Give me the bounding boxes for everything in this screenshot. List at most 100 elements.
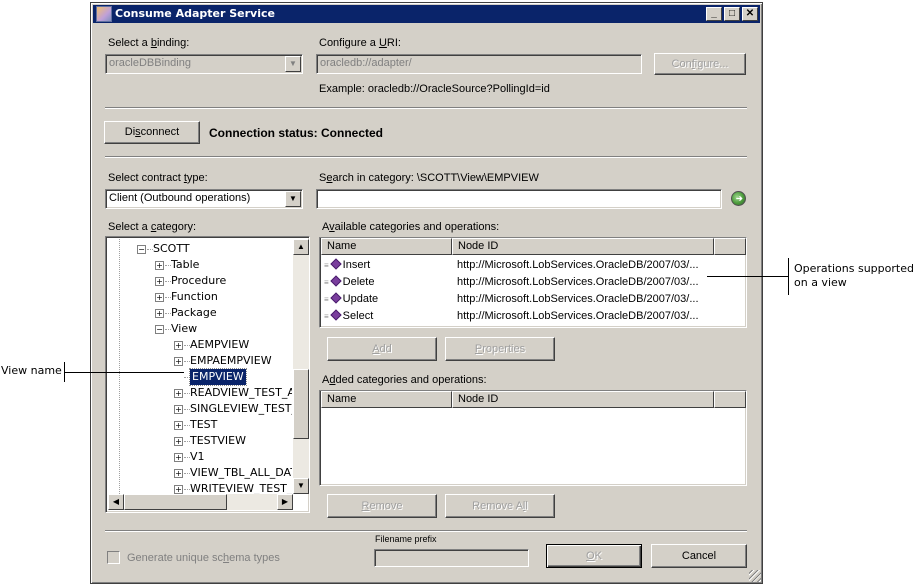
binding-dropdown-arrow-icon[interactable]: ▼ [285,56,301,72]
scroll-left-arrow-icon[interactable]: ◀ [108,494,124,510]
tree-vertical-scrollbar[interactable]: ▲ ▼ [293,239,309,494]
tree-node-label[interactable]: Function [171,289,218,305]
operation-row[interactable]: ≡ Update http://Microsoft.LobServices.Orac… [322,291,744,308]
tree-node[interactable]: + Function [108,289,292,305]
divider [105,530,747,532]
close-button[interactable]: ✕ [742,7,758,21]
tree-node-label[interactable]: READVIEW_TEST_A [190,385,292,401]
contract-dropdown-arrow-icon[interactable]: ▼ [285,191,301,207]
cancel-button[interactable]: Cancel [651,544,747,568]
generate-unique-schema-label: Generate unique schema types [127,552,280,564]
added-operations-list[interactable]: Name Node ID [319,390,747,486]
callout-bracket-operations [788,258,789,295]
column-header-name[interactable]: Name [321,238,452,255]
expand-icon[interactable]: + [174,341,183,350]
column-header-name[interactable]: Name [321,391,452,408]
tree-node-label[interactable]: TESTVIEW [190,433,246,449]
tree-node[interactable]: + SINGLEVIEW_TEST_ [108,401,292,417]
search-label: Search in category: \SCOTT\View\EMPVIEW [319,172,539,184]
tree-node[interactable]: + WRITEVIEW_TEST_/ [108,481,292,494]
contract-type-value: Client (Outbound operations) [109,192,251,204]
operation-name: Update [342,293,379,305]
tree-node[interactable]: + READVIEW_TEST_A [108,385,292,401]
callout-operations-supported: Operations supported on a view [794,262,914,290]
expand-icon[interactable]: + [155,261,164,270]
ok-button[interactable]: OK [546,544,642,568]
tree-node-label[interactable]: AEMPVIEW [190,337,249,353]
scroll-down-arrow-icon[interactable]: ▼ [293,478,309,494]
uri-input[interactable]: oracledb://adapter/ [316,54,642,74]
callout-operations-line2: on a view [794,276,847,289]
maximize-button[interactable]: □ [724,7,740,21]
go-arrow-icon[interactable]: ➔ [731,191,746,206]
category-tree[interactable]: − SCOTT + Table + Procedure + Function + Package −… [105,236,310,513]
generate-unique-schema-checkbox[interactable] [107,551,120,564]
remove-all-button[interactable]: Remove All [445,494,555,518]
add-button[interactable]: Add [327,337,437,361]
tree-node-label[interactable]: SCOTT [153,241,190,257]
tree-node[interactable]: + Table [108,257,292,273]
tree-node[interactable]: + TESTVIEW [108,433,292,449]
tree-node[interactable]: + VIEW_TBL_ALL_DAT [108,465,292,481]
tree-node[interactable]: + Procedure [108,273,292,289]
expand-icon[interactable]: + [174,389,183,398]
operation-row[interactable]: ≡ Select http://Microsoft.LobServices.Orac… [322,308,744,325]
collapse-icon[interactable]: − [155,325,164,334]
tree-node-label[interactable]: View [171,321,197,337]
scroll-right-arrow-icon[interactable]: ▶ [277,494,293,510]
tree-node[interactable]: + EMPAEMPVIEW [108,353,292,369]
expand-icon[interactable]: + [174,405,183,414]
tree-horizontal-scrollbar[interactable]: ◀ ▶ [108,494,293,510]
resize-grip-icon[interactable] [749,570,761,582]
expand-icon[interactable]: + [174,437,183,446]
horizontal-scroll-thumb[interactable] [124,494,227,510]
scroll-up-arrow-icon[interactable]: ▲ [293,239,309,255]
tree-node-label[interactable]: EMPVIEW [189,368,247,386]
tree-node-label[interactable]: WRITEVIEW_TEST_/ [190,481,292,494]
added-label: Added categories and operations: [322,374,487,386]
tree-node[interactable]: + V1 [108,449,292,465]
expand-icon[interactable]: + [155,293,164,302]
operation-name: Insert [342,259,371,271]
expand-icon[interactable]: + [174,469,183,478]
remove-button[interactable]: Remove [327,494,437,518]
configure-button[interactable]: Configure... [654,53,746,75]
disconnect-button[interactable]: Disconnect [104,121,200,144]
tree-node[interactable]: + TEST [108,417,292,433]
expand-icon[interactable]: + [155,277,164,286]
tree-node-label[interactable]: TEST [190,417,217,433]
search-input[interactable] [316,189,722,209]
category-tree-content: − SCOTT + Table + Procedure + Function + Package −… [108,239,292,494]
column-header-node-id[interactable]: Node ID [452,238,714,255]
collapse-icon[interactable]: − [137,245,146,254]
minimize-button[interactable]: _ [706,7,722,21]
contract-type-combobox[interactable]: Client (Outbound operations) ▼ [105,189,303,209]
expand-icon[interactable]: + [155,309,164,318]
tree-node-label[interactable]: Package [171,305,217,321]
title-bar[interactable]: Consume Adapter Service _ □ ✕ [93,5,760,23]
binding-combobox[interactable]: oracleDBBinding ▼ [105,54,303,74]
tree-node-label[interactable]: Table [171,257,199,273]
tree-node[interactable]: − View [108,321,292,337]
operation-name: Select [342,310,374,322]
column-header-node-id[interactable]: Node ID [452,391,714,408]
available-operations-list[interactable]: Name Node ID ≡ Insert http://Microsoft.Lob… [319,237,747,328]
expand-icon[interactable]: + [174,357,183,366]
tree-node-label[interactable]: Procedure [171,273,226,289]
operation-icon [330,292,342,304]
operation-row[interactable]: ≡ Delete http://Microsoft.LobServices.Orac… [322,274,744,291]
properties-button[interactable]: Properties [445,337,555,361]
tree-node-label[interactable]: V1 [190,449,205,465]
expand-icon[interactable]: + [174,485,183,494]
filename-prefix-input[interactable] [374,549,529,567]
tree-node[interactable]: − SCOTT [108,241,292,257]
tree-node-label[interactable]: VIEW_TBL_ALL_DAT [190,465,292,481]
scroll-thumb[interactable] [293,369,309,439]
expand-icon[interactable]: + [174,453,183,462]
tree-node-label[interactable]: EMPAEMPVIEW [190,353,272,369]
expand-icon[interactable]: + [174,421,183,430]
tree-node[interactable]: + AEMPVIEW [108,337,292,353]
tree-node-label[interactable]: SINGLEVIEW_TEST_ [190,401,292,417]
tree-node[interactable]: + Package [108,305,292,321]
operation-row[interactable]: ≡ Insert http://Microsoft.LobServices.Orac… [322,257,744,274]
